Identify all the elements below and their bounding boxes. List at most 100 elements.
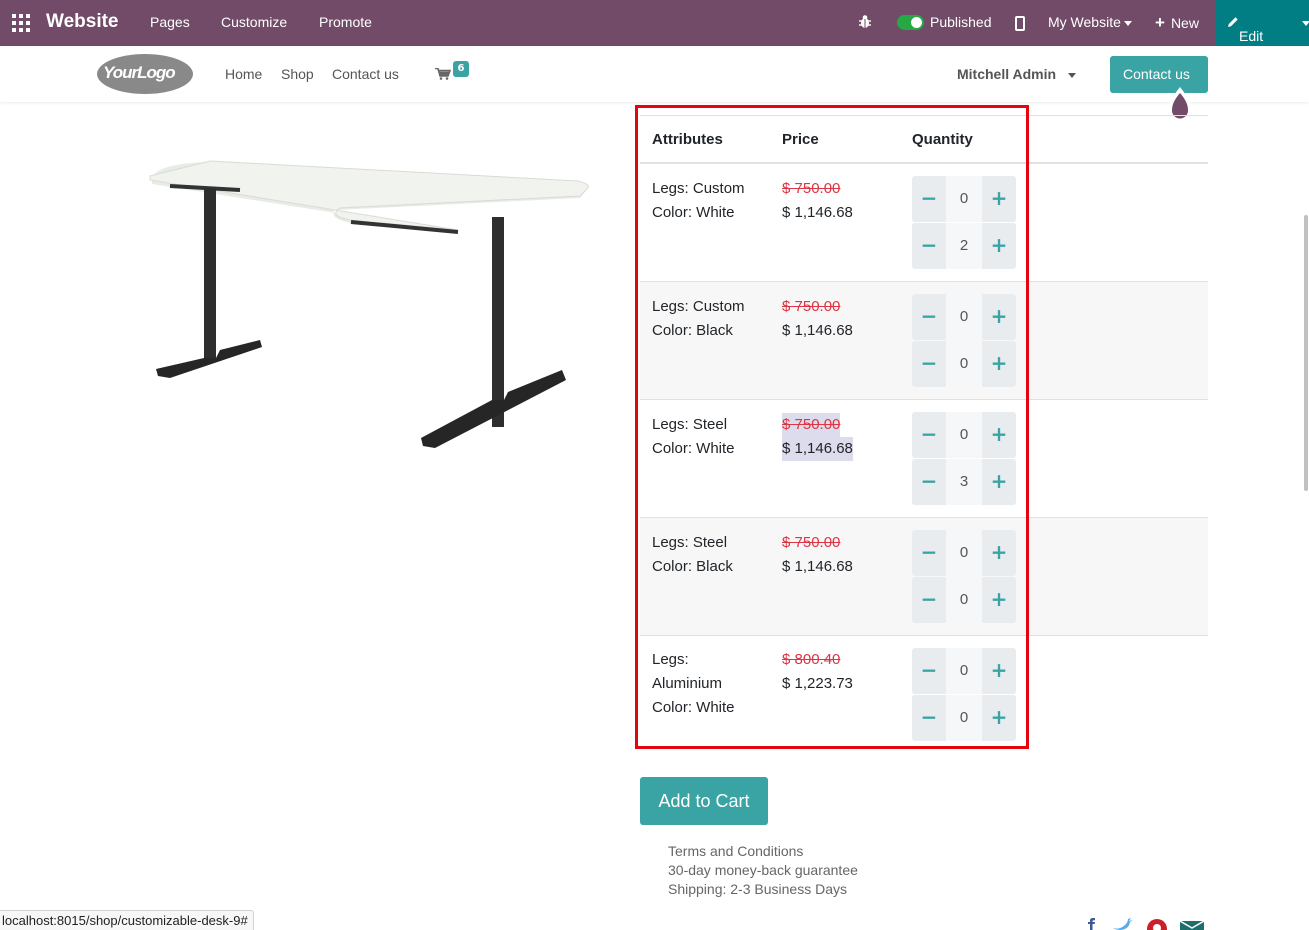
menu-customize[interactable]: Customize: [221, 14, 287, 30]
quantity-input[interactable]: 0: [946, 176, 982, 222]
increase-quantity-button[interactable]: +: [982, 412, 1016, 458]
edit-label: Edit: [1227, 14, 1263, 44]
page-scrollbar[interactable]: [1304, 215, 1308, 491]
menu-promote[interactable]: Promote: [319, 14, 372, 30]
quantity-cell: − 0 + − 3 +: [912, 412, 1018, 505]
price-cell: $ 750.00 $ 1,146.68: [782, 531, 853, 579]
increase-quantity-button[interactable]: +: [982, 223, 1016, 269]
mobile-preview-icon[interactable]: [1015, 16, 1025, 31]
plus-icon: +: [1155, 13, 1165, 32]
quantity-stepper: − 0 +: [912, 341, 1018, 387]
decrease-quantity-button[interactable]: −: [912, 412, 946, 458]
quantity-cell: − 0 + − 0 +: [912, 530, 1018, 623]
original-price: $ 800.40: [782, 651, 841, 668]
edit-dropdown-chevron-icon[interactable]: [1302, 21, 1309, 26]
original-price: $ 750.00: [782, 180, 841, 197]
quantity-stepper: − 0 +: [912, 695, 1018, 741]
pencil-icon: [1228, 17, 1238, 27]
increase-quantity-button[interactable]: +: [982, 459, 1016, 505]
quantity-input[interactable]: 0: [946, 341, 982, 387]
price-cell: $ 750.00 $ 1,146.68: [782, 177, 853, 225]
add-to-cart-button[interactable]: Add to Cart: [640, 777, 768, 825]
decrease-quantity-button[interactable]: −: [912, 341, 946, 387]
table-row: Legs: Aluminium Color: White $ 800.40 $ …: [640, 636, 1208, 746]
quantity-input[interactable]: 0: [946, 530, 982, 576]
attribute-legs: Legs: Custom: [652, 180, 745, 197]
website-navbar: YourLogo Home Shop Contact us 6 Mitchell…: [0, 46, 1309, 123]
chevron-down-icon: [1067, 72, 1076, 78]
quantity-input[interactable]: 0: [946, 577, 982, 623]
user-menu[interactable]: Mitchell Admin: [957, 66, 1076, 82]
quantity-input[interactable]: 0: [946, 695, 982, 741]
website-switcher[interactable]: My Website: [1048, 14, 1132, 30]
email-share-icon[interactable]: [1180, 918, 1204, 930]
product-info: Terms and Conditions 30-day money-back g…: [668, 842, 858, 899]
attribute-legs: Legs: Steel: [652, 534, 728, 551]
table-header: Attributes Price Quantity: [640, 115, 1208, 164]
apps-menu-icon[interactable]: [12, 14, 30, 32]
price-cell: $ 750.00 $ 1,146.68: [782, 413, 853, 461]
decrease-quantity-button[interactable]: −: [912, 695, 946, 741]
quantity-cell: − 0 + − 0 +: [912, 648, 1018, 741]
quantity-input[interactable]: 3: [946, 459, 982, 505]
decrease-quantity-button[interactable]: −: [912, 294, 946, 340]
published-toggle[interactable]: [897, 15, 924, 30]
nav-home[interactable]: Home: [225, 66, 262, 82]
nav-contact-us[interactable]: Contact us: [332, 66, 399, 82]
attribute-legs: Legs: Custom: [652, 298, 745, 315]
header-quantity: Quantity: [912, 131, 973, 148]
quantity-input[interactable]: 0: [946, 648, 982, 694]
nav-shop[interactable]: Shop: [281, 66, 314, 82]
twitter-icon[interactable]: [1112, 918, 1134, 930]
terms-and-conditions-link[interactable]: Terms and Conditions: [668, 842, 858, 861]
table-row: Legs: Custom Color: White $ 750.00 $ 1,1…: [640, 164, 1208, 282]
shopping-cart-icon[interactable]: [435, 68, 451, 80]
variant-matrix-table: Attributes Price Quantity Legs: Custom C…: [640, 115, 1208, 746]
new-content-button[interactable]: + New: [1155, 13, 1199, 33]
published-label[interactable]: Published: [930, 14, 992, 30]
increase-quantity-button[interactable]: +: [982, 294, 1016, 340]
new-content-label: New: [1170, 15, 1199, 31]
menu-pages[interactable]: Pages: [150, 14, 190, 30]
quantity-input[interactable]: 0: [946, 294, 982, 340]
table-row: Legs: Custom Color: Black $ 750.00 $ 1,1…: [640, 282, 1208, 400]
price-cell: $ 800.40 $ 1,223.73: [782, 648, 853, 696]
quantity-stepper: − 0 +: [912, 176, 1018, 222]
user-menu-name: Mitchell Admin: [957, 66, 1057, 82]
app-brand[interactable]: Website: [46, 11, 119, 33]
pinterest-icon[interactable]: [1146, 918, 1168, 930]
decrease-quantity-button[interactable]: −: [912, 648, 946, 694]
decrease-quantity-button[interactable]: −: [912, 577, 946, 623]
debug-bug-icon[interactable]: [858, 14, 872, 30]
attribute-cell: Legs: Steel Color: White: [652, 413, 767, 461]
increase-quantity-button[interactable]: +: [982, 341, 1016, 387]
quantity-stepper: − 0 +: [912, 577, 1018, 623]
table-row: Legs: Steel Color: Black $ 750.00 $ 1,14…: [640, 518, 1208, 636]
increase-quantity-button[interactable]: +: [982, 530, 1016, 576]
current-price: $ 1,146.68: [782, 558, 853, 575]
facebook-icon[interactable]: [1086, 918, 1098, 930]
edit-button[interactable]: Edit: [1215, 0, 1309, 46]
decrease-quantity-button[interactable]: −: [912, 223, 946, 269]
decrease-quantity-button[interactable]: −: [912, 459, 946, 505]
product-image-desk: [149, 160, 589, 448]
decrease-quantity-button[interactable]: −: [912, 176, 946, 222]
quantity-stepper: − 0 +: [912, 648, 1018, 694]
increase-quantity-button[interactable]: +: [982, 695, 1016, 741]
attribute-cell: Legs: Steel Color: Black: [652, 531, 767, 579]
attribute-cell: Legs: Aluminium Color: White: [652, 648, 767, 720]
current-price: $ 1,223.73: [782, 675, 853, 692]
current-price: $ 1,146.68: [782, 437, 853, 461]
quantity-input[interactable]: 0: [946, 412, 982, 458]
site-logo[interactable]: YourLogo: [97, 54, 193, 94]
increase-quantity-button[interactable]: +: [982, 577, 1016, 623]
increase-quantity-button[interactable]: +: [982, 176, 1016, 222]
quantity-input[interactable]: 2: [946, 223, 982, 269]
quantity-cell: − 0 + − 0 +: [912, 294, 1018, 387]
quantity-stepper: − 0 +: [912, 530, 1018, 576]
money-back-guarantee: 30-day money-back guarantee: [668, 862, 858, 878]
header-price: Price: [782, 131, 819, 148]
decrease-quantity-button[interactable]: −: [912, 530, 946, 576]
increase-quantity-button[interactable]: +: [982, 648, 1016, 694]
attribute-color: Color: White: [652, 699, 735, 716]
